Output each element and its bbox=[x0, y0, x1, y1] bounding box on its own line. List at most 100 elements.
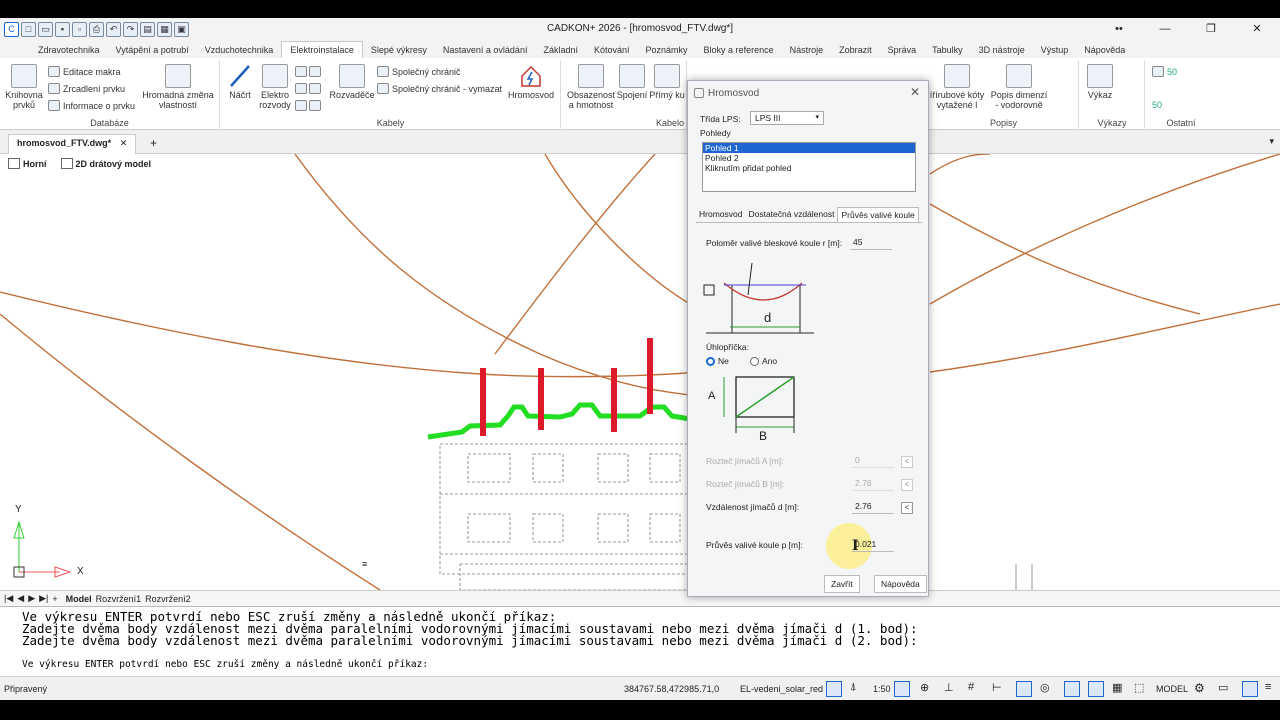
status-layer[interactable]: EL-vedeni_solar_red bbox=[740, 684, 823, 694]
app-logo-icon[interactable]: C bbox=[4, 21, 19, 37]
print-icon[interactable]: ⎙ bbox=[89, 21, 104, 37]
lw-icon[interactable]: ▦ bbox=[1112, 681, 1122, 694]
toggle-icon[interactable]: ⊥ bbox=[944, 681, 954, 694]
command-line[interactable]: Ve výkresu ENTER potvrdí nebo ESC zruší … bbox=[0, 606, 1280, 676]
rozvadece-button[interactable]: Rozvaděče bbox=[329, 64, 375, 100]
spolecny-chranic-button[interactable]: Společný chránič bbox=[377, 66, 461, 77]
tab-0[interactable]: Zdravotechnika bbox=[30, 42, 108, 58]
tab-6[interactable]: Základní bbox=[535, 42, 586, 58]
tab-13[interactable]: Tabulky bbox=[924, 42, 971, 58]
tab-16[interactable]: Nápověda bbox=[1076, 42, 1133, 58]
next-layout-icon[interactable]: ▶ bbox=[28, 593, 35, 604]
ostatni-row-2[interactable]: 50 bbox=[1152, 100, 1162, 110]
lps-select[interactable]: LPS III ▾ bbox=[750, 111, 824, 125]
zrcadleni-button[interactable]: Zrcadlení prvku bbox=[48, 83, 125, 94]
last-layout-icon[interactable]: ▶| bbox=[39, 593, 48, 604]
drawing-canvas[interactable]: Horní 2D drátový model Y X ≡ bbox=[0, 154, 1280, 590]
cable-cross-icon[interactable] bbox=[309, 100, 321, 111]
list-item[interactable]: Pohled 1 bbox=[703, 143, 915, 153]
elektro-rozvody-button[interactable]: Elektro rozvody bbox=[257, 64, 293, 110]
close-tab-icon[interactable]: ✕ bbox=[120, 138, 128, 148]
layer-icon[interactable]: ▦ bbox=[157, 21, 172, 37]
tab-8[interactable]: Poznámky bbox=[638, 42, 696, 58]
plot-icon[interactable]: ▤ bbox=[140, 21, 155, 37]
close-icon[interactable]: ✕ bbox=[1234, 18, 1280, 40]
prev-layout-icon[interactable]: ◀ bbox=[17, 593, 24, 604]
primy-button[interactable]: Přímý ku bbox=[648, 64, 686, 100]
otrack-icon[interactable] bbox=[1064, 681, 1080, 697]
undo-icon[interactable]: ↶ bbox=[106, 21, 121, 37]
tab-3[interactable]: Elektroinstalace bbox=[281, 41, 363, 58]
obsazenost-button[interactable]: Obsazenost a hmotnost bbox=[566, 64, 616, 110]
annotation-visibility-icon[interactable]: ⍋ bbox=[850, 681, 857, 694]
command-prompt[interactable]: Ve výkresu ENTER potvrdí nebo ESC zruší … bbox=[22, 659, 428, 670]
tab-9[interactable]: Bloky a reference bbox=[696, 42, 782, 58]
annotation-scale-icon[interactable] bbox=[826, 681, 842, 697]
settings-icon[interactable]: ⚙ bbox=[1194, 681, 1205, 695]
radio-ne[interactable]: Ne bbox=[706, 356, 729, 366]
dyn-icon[interactable] bbox=[1088, 681, 1104, 697]
tab-12[interactable]: Správa bbox=[880, 42, 925, 58]
pick-distance-button[interactable]: < bbox=[901, 502, 913, 514]
layout-tab-model[interactable]: Model bbox=[66, 594, 92, 604]
more-icon[interactable]: •• bbox=[1096, 18, 1142, 40]
hromosvod-button[interactable]: Hromosvod bbox=[505, 64, 557, 100]
cable-tool-icon[interactable] bbox=[309, 66, 321, 77]
toggle-icon[interactable]: ⊕ bbox=[920, 681, 929, 694]
help-button[interactable]: Nápověda bbox=[874, 575, 927, 593]
annotation-auto-icon[interactable] bbox=[894, 681, 910, 697]
dialog-close-icon[interactable]: ✕ bbox=[910, 85, 920, 99]
grid-icon[interactable]: # bbox=[968, 681, 974, 693]
save-as-icon[interactable]: ▫ bbox=[72, 21, 87, 37]
tab-15[interactable]: Výstup bbox=[1033, 42, 1077, 58]
layout-tab-1[interactable]: Rozvržení1 bbox=[96, 594, 142, 604]
prirubove-koty-button[interactable]: ířírubové kóty vytažené l bbox=[929, 64, 985, 110]
ortho-icon[interactable]: ⊢ bbox=[992, 681, 1002, 694]
polar-icon[interactable] bbox=[1016, 681, 1032, 697]
editace-makra-button[interactable]: Editace makra bbox=[48, 66, 121, 77]
spojeni-button[interactable]: Spojení bbox=[616, 64, 648, 100]
tab-1[interactable]: Vytápění a potrubí bbox=[108, 42, 197, 58]
informace-button[interactable]: Informace o prvku bbox=[48, 100, 135, 111]
osnap-icon[interactable]: ◎ bbox=[1040, 681, 1050, 694]
tab-pruves-valive-koule[interactable]: Průvěs valivé koule bbox=[837, 207, 919, 222]
add-layout-icon[interactable]: + bbox=[52, 594, 57, 604]
status-model[interactable]: MODEL bbox=[1156, 684, 1188, 694]
open-file-icon[interactable]: ▭ bbox=[38, 21, 53, 37]
tab-5[interactable]: Nastavení a ovládání bbox=[435, 42, 536, 58]
tab-hromosvod[interactable]: Hromosvod bbox=[696, 207, 745, 222]
vykaz-button[interactable]: Výkaz bbox=[1084, 64, 1116, 100]
restore-icon[interactable]: ❐ bbox=[1188, 18, 1234, 40]
performance-icon[interactable] bbox=[1242, 681, 1258, 697]
cable-tool-icon[interactable] bbox=[295, 66, 307, 77]
cable-tool-icon[interactable] bbox=[295, 83, 307, 94]
redo-icon[interactable]: ↷ bbox=[123, 21, 138, 37]
hromadna-zmena-button[interactable]: Hromadná změna vlastností bbox=[140, 64, 216, 110]
popis-dimenzi-button[interactable]: Popis dimenzí - vodorovně bbox=[987, 64, 1051, 110]
tab-dostatecna-vzdalenost[interactable]: Dostatečná vzdálenost bbox=[745, 207, 837, 222]
knihovna-prvku-button[interactable]: Knihovna prvků bbox=[4, 64, 44, 110]
radius-input[interactable]: 45 bbox=[850, 237, 892, 250]
workspace-icon[interactable]: ▭ bbox=[1218, 681, 1228, 694]
tab-4[interactable]: Slepé výkresy bbox=[363, 42, 435, 58]
new-file-icon[interactable]: □ bbox=[21, 21, 36, 37]
layout-tab-2[interactable]: Rozvržení2 bbox=[145, 594, 191, 604]
minimize-icon[interactable]: — bbox=[1142, 18, 1188, 40]
cable-tool-icon[interactable] bbox=[295, 100, 307, 111]
options-icon[interactable]: ▣ bbox=[174, 21, 189, 37]
radio-ano[interactable]: Ano bbox=[750, 356, 777, 366]
tab-2[interactable]: Vzduchotechnika bbox=[197, 42, 282, 58]
first-layout-icon[interactable]: |◀ bbox=[4, 593, 13, 604]
cable-tool-icon[interactable] bbox=[309, 83, 321, 94]
distance-input[interactable]: 2.76 bbox=[852, 501, 894, 514]
tab-11[interactable]: Zobrazit bbox=[831, 42, 880, 58]
list-item[interactable]: Kliknutím přidat pohled bbox=[703, 163, 915, 173]
ostatni-row-1[interactable]: 50 bbox=[1152, 66, 1177, 77]
selection-cycle-icon[interactable]: ⬚ bbox=[1134, 681, 1144, 694]
document-tab[interactable]: hromosvod_FTV.dwg* ✕ bbox=[8, 134, 137, 154]
tab-14[interactable]: 3D nástroje bbox=[971, 42, 1033, 58]
tabs-overflow-icon[interactable]: ▾ bbox=[1269, 136, 1274, 147]
list-item[interactable]: Pohled 2 bbox=[703, 153, 915, 163]
tab-10[interactable]: Nástroje bbox=[782, 42, 832, 58]
save-icon[interactable]: ▪ bbox=[55, 21, 70, 37]
